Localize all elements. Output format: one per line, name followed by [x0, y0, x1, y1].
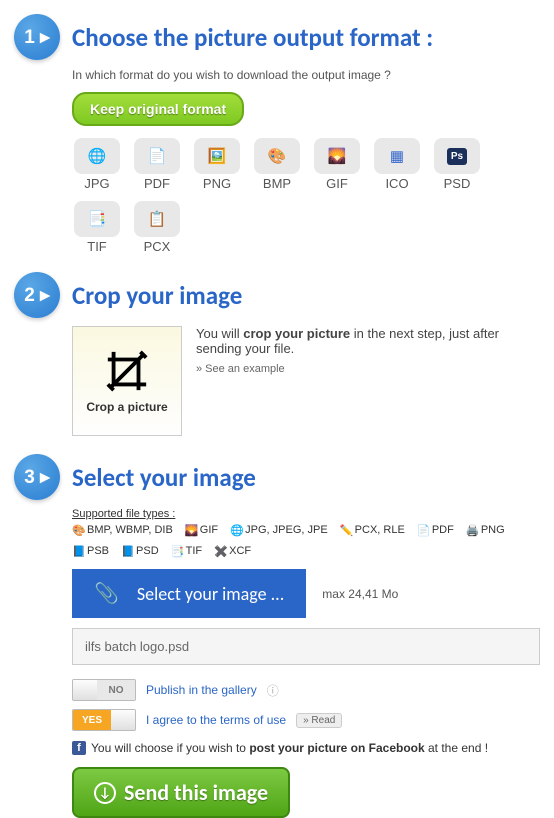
format-jpg-button[interactable]: 🌐JPG: [72, 138, 122, 191]
ico-icon: ▦: [374, 138, 420, 174]
format-gif-button[interactable]: 🌄GIF: [312, 138, 362, 191]
step-3-title: Select your image: [72, 462, 256, 493]
xcf-type-icon: ✖️: [214, 545, 226, 557]
step-2: 2 ▸ Crop your image Crop a picture You w…: [14, 272, 540, 436]
format-psd-button[interactable]: PsPSD: [432, 138, 482, 191]
read-terms-button[interactable]: » Read: [296, 713, 342, 728]
pdf-icon: 📄: [134, 138, 180, 174]
gif-icon: 🌄: [314, 138, 360, 174]
bmp-type-icon: 🎨: [72, 524, 84, 536]
toggle-handle: [73, 680, 97, 700]
crop-icon: [104, 348, 150, 394]
max-size-label: max 24,41 Mo: [322, 587, 398, 601]
psd-type-icon: 📘: [121, 545, 133, 557]
select-image-button[interactable]: 📎 Select your image ...: [72, 569, 306, 618]
step-2-header: 2 ▸ Crop your image: [14, 272, 540, 318]
agree-terms-toggle[interactable]: YES: [72, 709, 136, 731]
step-1-badge: 1 ▸: [14, 14, 60, 60]
tif-icon: 📑: [74, 201, 120, 237]
publish-help-icon[interactable]: ⓘ: [267, 682, 279, 699]
crop-thumbnail[interactable]: Crop a picture: [72, 326, 182, 436]
step-3: 3 ▸ Select your image Supported file typ…: [14, 454, 540, 818]
step-1-question: In which format do you wish to download …: [72, 68, 540, 82]
supported-types-title: Supported file types :: [72, 508, 540, 520]
psb-type-icon: 📘: [72, 545, 84, 557]
format-tif-button[interactable]: 📑TIF: [72, 201, 122, 254]
facebook-note: f You will choose if you wish to post yo…: [72, 741, 540, 755]
see-example-link[interactable]: » See an example: [196, 363, 285, 375]
step-2-title: Crop your image: [72, 280, 242, 311]
crop-thumbnail-label: Crop a picture: [86, 400, 167, 414]
bmp-icon: 🎨: [254, 138, 300, 174]
crop-description: You will crop your picture in the next s…: [196, 326, 540, 436]
send-image-button[interactable]: ↓ Send this image: [72, 767, 290, 818]
keep-original-format-button[interactable]: Keep original format: [72, 92, 244, 126]
publish-gallery-link[interactable]: Publish in the gallery: [146, 683, 257, 697]
step-1-header: 1 ▸ Choose the picture output format :: [14, 14, 540, 60]
step-3-badge: 3 ▸: [14, 454, 60, 500]
publish-gallery-toggle[interactable]: NO: [72, 679, 136, 701]
pdf-type-icon: 📄: [417, 524, 429, 536]
psd-icon: Ps: [434, 138, 480, 174]
format-grid: 🌐JPG 📄PDF 🖼️PNG 🎨BMP 🌄GIF ▦ICO PsPSD 📑TI…: [72, 138, 540, 254]
supported-types-list: 🎨BMP, WBMP, DIB 🌄GIF 🌐JPG, JPEG, JPE ✏️P…: [72, 524, 540, 557]
download-arrow-icon: ↓: [94, 782, 116, 804]
step-1-title: Choose the picture output format :: [72, 22, 433, 53]
format-png-button[interactable]: 🖼️PNG: [192, 138, 242, 191]
tif-type-icon: 📑: [171, 545, 183, 557]
paperclip-icon: 📎: [94, 581, 119, 606]
selected-file-field[interactable]: ilfs batch logo.psd: [72, 628, 540, 665]
step-2-badge: 2 ▸: [14, 272, 60, 318]
format-bmp-button[interactable]: 🎨BMP: [252, 138, 302, 191]
format-pdf-button[interactable]: 📄PDF: [132, 138, 182, 191]
jpg-icon: 🌐: [74, 138, 120, 174]
jpg-type-icon: 🌐: [230, 524, 242, 536]
png-icon: 🖼️: [194, 138, 240, 174]
png-type-icon: 🖨️: [466, 524, 478, 536]
format-pcx-button[interactable]: 📋PCX: [132, 201, 182, 254]
facebook-icon: f: [72, 741, 86, 755]
step-3-header: 3 ▸ Select your image: [14, 454, 540, 500]
step-1: 1 ▸ Choose the picture output format : I…: [14, 14, 540, 254]
terms-link[interactable]: I agree to the terms of use: [146, 713, 286, 727]
format-ico-button[interactable]: ▦ICO: [372, 138, 422, 191]
pcx-type-icon: ✏️: [340, 524, 352, 536]
toggle-handle: [111, 710, 135, 730]
pcx-icon: 📋: [134, 201, 180, 237]
gif-type-icon: 🌄: [185, 524, 197, 536]
